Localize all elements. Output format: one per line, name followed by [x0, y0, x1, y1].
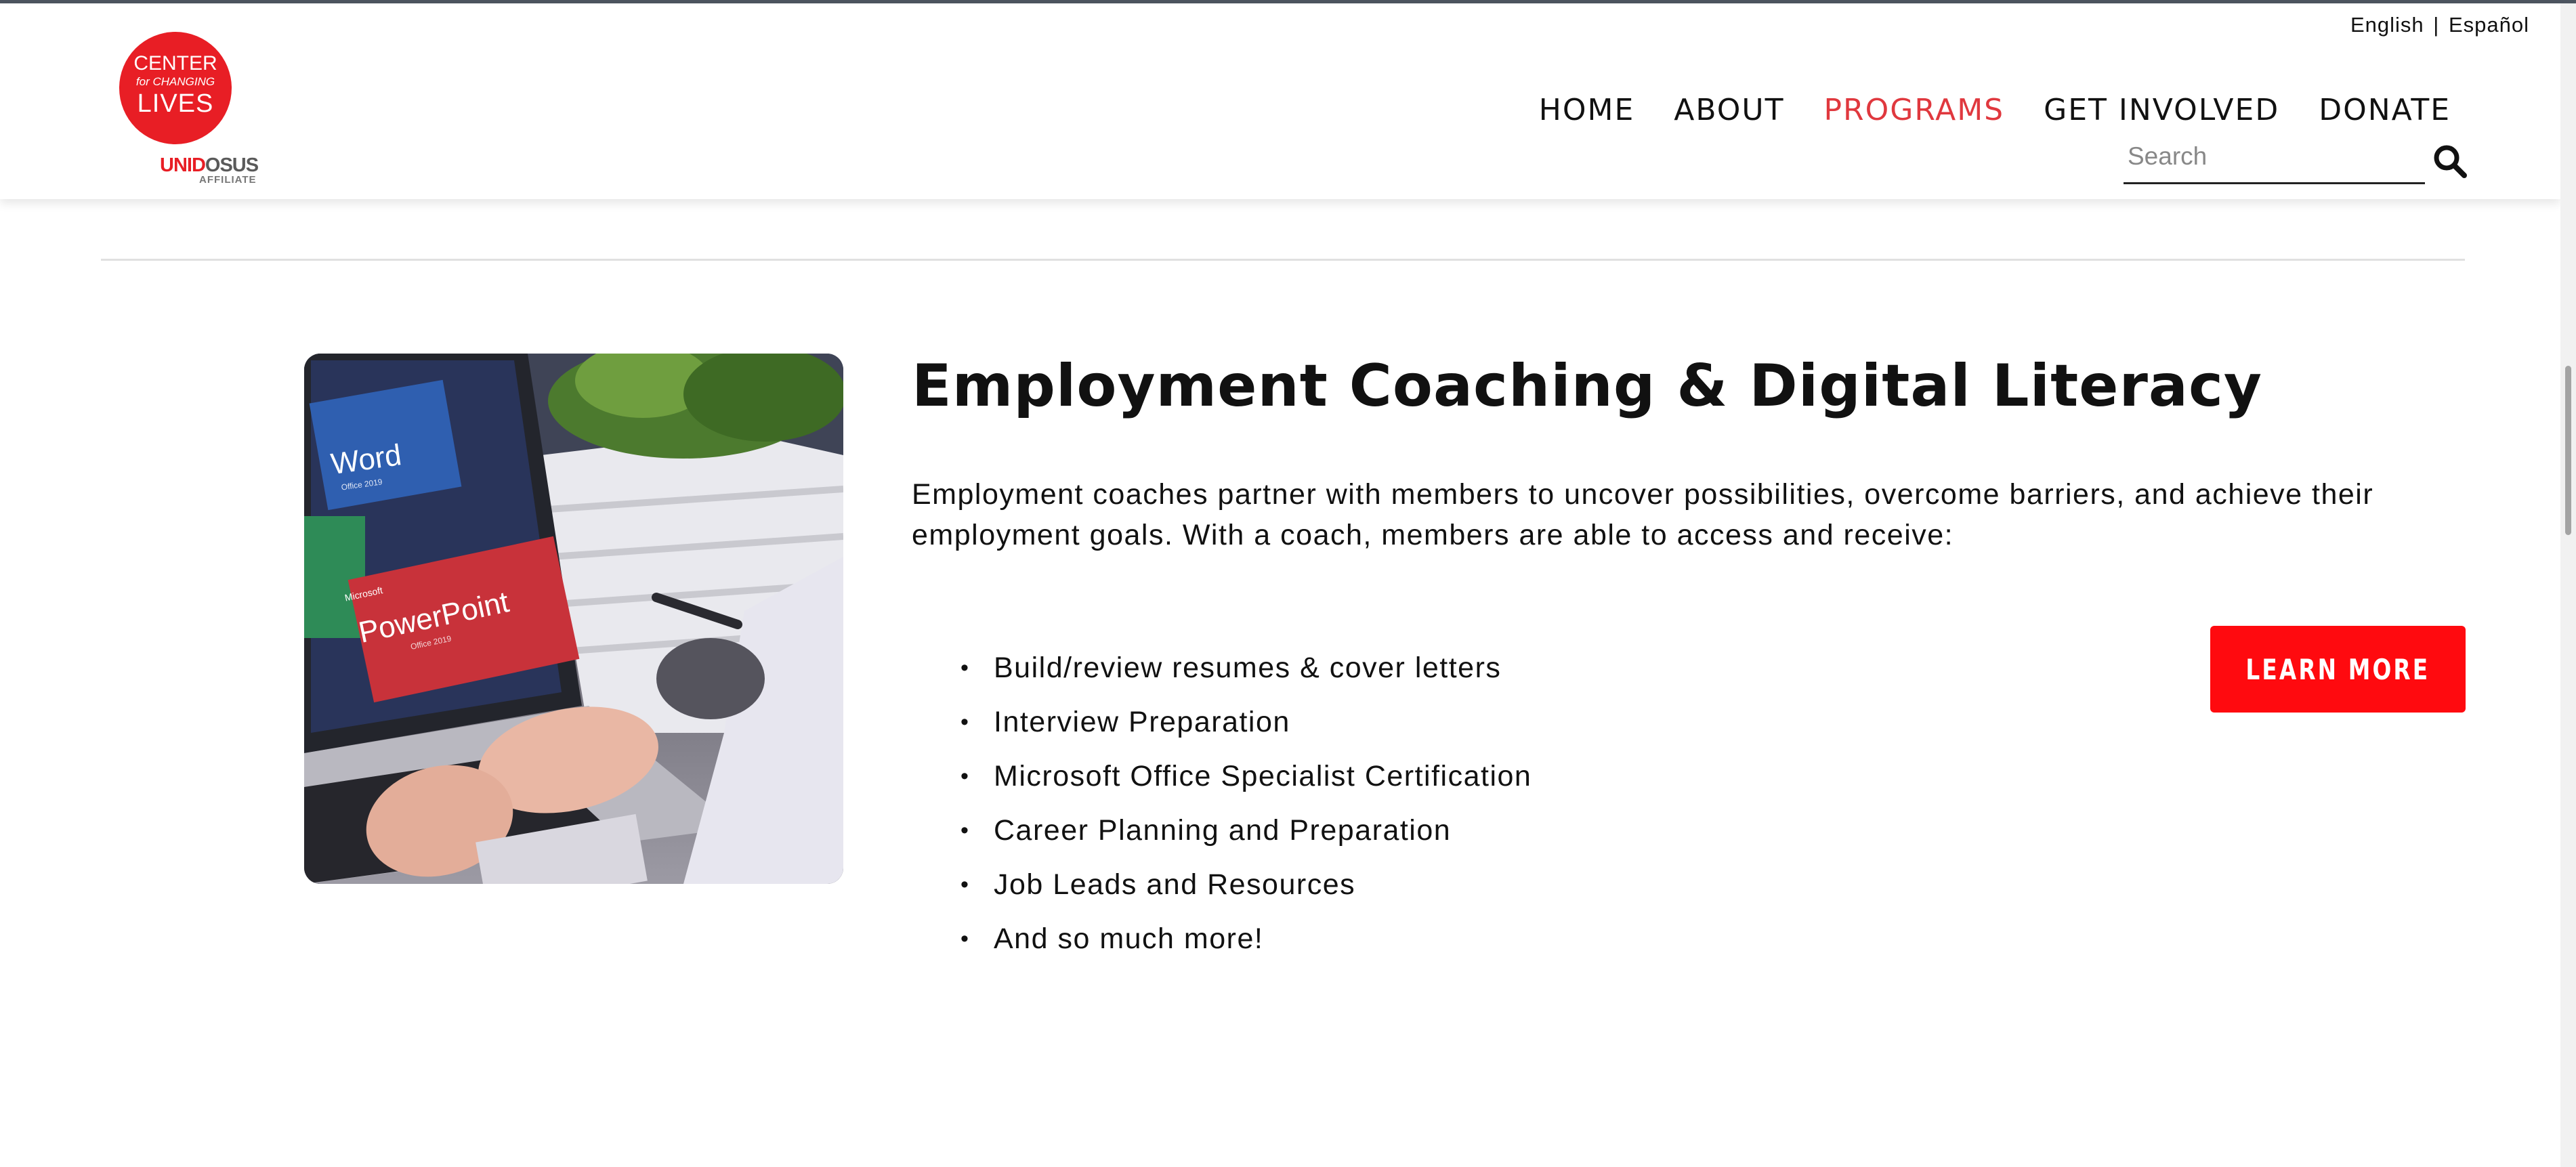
list-item: Interview Preparation [960, 695, 1532, 749]
list-item: Build/review resumes & cover letters [960, 641, 1532, 695]
site-header: English | Español CENTER for CHANGING LI… [0, 3, 2560, 199]
nav-about[interactable]: ABOUT [1674, 93, 1784, 127]
program-bullet-list: Build/review resumes & cover letters Int… [960, 641, 1532, 966]
lang-english-link[interactable]: English [2350, 13, 2424, 37]
nav-programs[interactable]: PROGRAMS [1824, 93, 2005, 127]
program-photo: Word Office 2019 Microsoft PowerPoint Of… [304, 354, 843, 884]
list-item: Microsoft Office Specialist Certificatio… [960, 749, 1532, 803]
language-switcher: English | Español [2349, 13, 2531, 37]
search-box [2124, 136, 2425, 184]
list-item: Career Planning and Preparation [960, 803, 1532, 857]
search-input[interactable] [2124, 136, 2403, 177]
nav-donate[interactable]: DONATE [2319, 93, 2451, 127]
affiliate-brand-b: OSUS [205, 154, 259, 176]
nav-home[interactable]: HOME [1539, 93, 1634, 127]
affiliate-badge: UNIDOSUS AFFILIATE [160, 155, 268, 189]
list-item: And so much more! [960, 912, 1532, 966]
logo-line-2: for CHANGING [135, 75, 215, 88]
search-icon[interactable] [2432, 143, 2468, 179]
program-title: Employment Coaching & Digital Literacy [912, 352, 2262, 420]
logo-circle: CENTER for CHANGING LIVES [119, 32, 232, 144]
lang-spanish-link[interactable]: Español [2449, 13, 2529, 37]
scrollbar-thumb[interactable] [2565, 366, 2571, 535]
affiliate-brand-a: UNID [160, 154, 206, 176]
section-divider [101, 259, 2465, 261]
learn-more-label: LEARN MORE [2245, 652, 2430, 686]
laptop-illustration: Word Office 2019 Microsoft PowerPoint Of… [304, 354, 843, 884]
page-scrollbar[interactable] [2560, 3, 2576, 1167]
affiliate-sub: AFFILIATE [199, 174, 257, 186]
learn-more-button[interactable]: LEARN MORE [2210, 626, 2466, 713]
list-item: Job Leads and Resources [960, 857, 1532, 912]
nav-get-involved[interactable]: GET INVOLVED [2044, 93, 2279, 127]
main-nav: HOME ABOUT PROGRAMS GET INVOLVED DONATE [1539, 93, 2451, 127]
logo-line-3: LIVES [137, 89, 214, 118]
program-intro: Employment coaches partner with members … [912, 478, 2374, 551]
logo-line-1: CENTER [133, 52, 217, 75]
lang-separator: | [2433, 13, 2440, 37]
site-logo[interactable]: CENTER for CHANGING LIVES UNIDOSUS AFFIL… [118, 32, 259, 194]
